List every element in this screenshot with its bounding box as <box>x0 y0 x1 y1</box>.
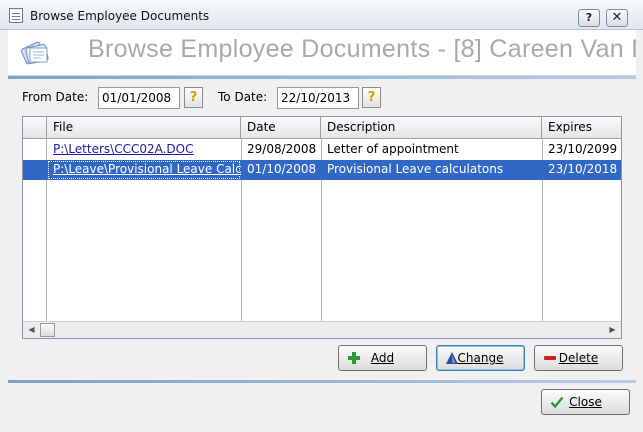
table-row-selected[interactable]: P:\Leave\Provisional Leave Calcu 01/10/2… <box>23 160 621 180</box>
add-button-label: Add <box>370 351 395 365</box>
description-cell: Provisional Leave calculatons <box>327 162 504 176</box>
from-date-input[interactable]: 01/01/2008 <box>98 87 180 109</box>
expires-cell: 23/10/2018 <box>548 162 618 176</box>
column-header-description[interactable]: Description <box>321 117 542 138</box>
delete-button[interactable]: Delete <box>534 345 623 371</box>
date-cell: 01/10/2008 <box>247 162 317 176</box>
header-divider <box>8 76 636 79</box>
close-button[interactable]: Close <box>541 389 630 415</box>
window-menu-icon[interactable] <box>9 8 23 23</box>
minus-icon <box>543 351 557 365</box>
delete-button-label: Delete <box>558 351 599 365</box>
to-date-label: To Date: <box>218 90 268 104</box>
expires-cell: 23/10/2099 <box>548 142 618 156</box>
scroll-left-icon[interactable]: ◀ <box>23 322 40 338</box>
help-button[interactable]: ? <box>578 9 600 27</box>
close-window-button[interactable]: ✕ <box>606 9 628 27</box>
file-link[interactable]: P:\Letters\CCC02A.DOC <box>47 140 241 160</box>
title-bar: Browse Employee Documents ? ✕ <box>0 0 643 30</box>
column-header-expires[interactable]: Expires <box>542 117 621 138</box>
close-button-label: Close <box>569 395 602 409</box>
header-band: Browse Employee Documents - [8] Careen V… <box>8 30 636 76</box>
file-path[interactable]: P:\Letters\CCC02A.DOC <box>53 142 193 156</box>
grid-header: File Date Description Expires <box>23 117 621 139</box>
description-cell: Letter of appointment <box>327 142 459 156</box>
row-indicator-header <box>23 117 47 138</box>
documents-grid[interactable]: File Date Description Expires P:\Letters… <box>22 116 622 339</box>
to-date-input[interactable]: 22/10/2013 <box>277 87 359 109</box>
file-path[interactable]: P:\Leave\Provisional Leave Calcu <box>53 162 241 176</box>
triangle-icon <box>446 352 458 364</box>
change-button-label: Change <box>457 351 504 365</box>
from-date-help-icon[interactable]: ? <box>184 87 203 108</box>
file-link[interactable]: P:\Leave\Provisional Leave Calcu <box>47 160 241 180</box>
column-header-file[interactable]: File <box>47 117 241 138</box>
scroll-right-icon[interactable]: ▶ <box>604 322 621 338</box>
scroll-thumb[interactable] <box>40 323 55 337</box>
change-button[interactable]: Change <box>436 345 525 371</box>
to-date-help-icon[interactable]: ? <box>362 87 381 108</box>
window-title: Browse Employee Documents <box>30 9 210 23</box>
documents-icon <box>20 41 49 65</box>
footer-divider <box>8 380 636 383</box>
date-cell: 29/08/2008 <box>247 142 317 156</box>
column-header-date[interactable]: Date <box>241 117 321 138</box>
checkmark-icon <box>550 396 564 409</box>
from-date-label: From Date: <box>22 90 89 104</box>
table-row[interactable]: P:\Letters\CCC02A.DOC 29/08/2008 Letter … <box>23 140 621 160</box>
add-button[interactable]: Add <box>338 345 427 371</box>
page-title: Browse Employee Documents - [8] Careen V… <box>88 35 636 63</box>
horizontal-scrollbar[interactable]: ◀ ▶ <box>23 321 621 338</box>
plus-icon <box>347 351 361 365</box>
